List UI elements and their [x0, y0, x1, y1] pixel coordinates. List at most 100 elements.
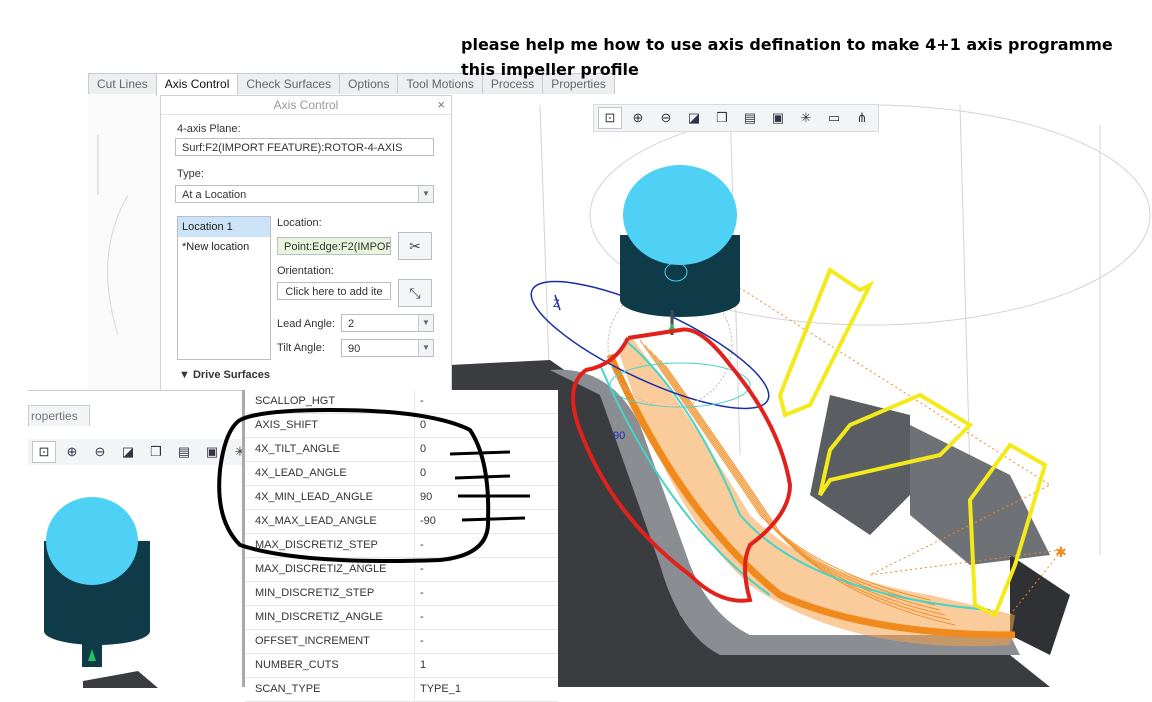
drive-surfaces-label: Drive Surfaces: [192, 369, 270, 381]
table-row[interactable]: MAX_DISCRETIZ_STEP -: [245, 534, 558, 558]
param-value[interactable]: 0: [415, 438, 558, 461]
orientation-vector-icon[interactable]: ⤡: [398, 279, 432, 307]
param-name: 4X_MIN_LEAD_ANGLE: [245, 486, 415, 509]
tab-properties-lower[interactable]: roperties: [28, 405, 90, 426]
param-name: AXIS_SHIFT: [245, 414, 415, 437]
param-value[interactable]: -: [415, 582, 558, 605]
spin-center-icon[interactable]: ⋔: [850, 107, 874, 129]
zoom-out-icon[interactable]: ⊖: [654, 107, 678, 129]
axis-z-label: Z: [553, 298, 560, 310]
chevron-down-icon[interactable]: ▼: [418, 340, 433, 356]
location-label: Location:: [277, 217, 322, 229]
tool-preview: [44, 497, 158, 688]
param-name: 4X_TILT_ANGLE: [245, 438, 415, 461]
repaint-icon[interactable]: ◪: [682, 107, 706, 129]
plane-label: 4-axis Plane:: [177, 123, 241, 135]
location-list: Location 1 *New location: [177, 216, 271, 360]
plane-field[interactable]: Surf:F2(IMPORT FEATURE):ROTOR-4-AXIS: [175, 138, 434, 156]
chevron-down-icon[interactable]: ▼: [418, 186, 433, 202]
list-item[interactable]: Location 1: [178, 217, 270, 237]
svg-text:✱: ✱: [1055, 544, 1067, 560]
param-value[interactable]: 90: [415, 486, 558, 509]
lower-view-toolbar: ⊡ ⊕ ⊖ ◪ ❒ ▤ ▣ ✳: [28, 439, 256, 465]
repaint-icon[interactable]: ◪: [116, 441, 140, 463]
question-text: please help me how to use axis definatio…: [461, 35, 1113, 79]
angle-label: 90: [613, 430, 625, 442]
parameter-table: SCALLOP_HGT - AXIS_SHIFT 0 4X_TILT_ANGLE 0 …: [242, 390, 558, 702]
left-background-strip: [88, 95, 161, 390]
param-name: MAX_DISCRETIZ_STEP: [245, 534, 415, 557]
panel-title-text: Axis Control: [273, 98, 339, 112]
saved-views-icon[interactable]: ▤: [738, 107, 762, 129]
tab-check-surfaces[interactable]: Check Surfaces: [237, 73, 341, 94]
view-style-icon[interactable]: ❒: [710, 107, 734, 129]
param-name: NUMBER_CUTS: [245, 654, 415, 677]
param-name: MIN_DISCRETIZ_STEP: [245, 582, 415, 605]
zoom-in-icon[interactable]: ⊕: [60, 441, 84, 463]
tilt-angle-value: 90: [348, 343, 361, 355]
orientation-label: Orientation:: [277, 265, 334, 277]
view-toolbar: ⊡ ⊕ ⊖ ◪ ❒ ▤ ▣ ✳ ▭ ⋔: [593, 104, 879, 132]
table-row[interactable]: AXIS_SHIFT 0: [245, 414, 558, 438]
snapshot-icon[interactable]: ▣: [200, 441, 224, 463]
saved-views-icon[interactable]: ▤: [172, 441, 196, 463]
list-item[interactable]: *New location: [178, 237, 270, 257]
param-name: SCALLOP_HGT: [245, 390, 415, 413]
location-field[interactable]: Point:Edge:F2(IMPORT: [277, 237, 391, 255]
param-value[interactable]: -: [415, 534, 558, 557]
param-value[interactable]: -: [415, 630, 558, 653]
param-value[interactable]: -: [415, 558, 558, 581]
refit-icon[interactable]: ⊡: [32, 441, 56, 463]
param-value[interactable]: 0: [415, 414, 558, 437]
tab-axis-control[interactable]: Axis Control: [155, 73, 239, 96]
lead-angle-field[interactable]: 2 ▼: [341, 314, 434, 332]
tilt-angle-field[interactable]: 90 ▼: [341, 339, 434, 357]
view-style-icon[interactable]: ❒: [144, 441, 168, 463]
properties-panel: roperties ⊡ ⊕ ⊖ ◪ ❒ ▤ ▣ ✳: [28, 390, 256, 688]
param-name: OFFSET_INCREMENT: [245, 630, 415, 653]
table-row[interactable]: NUMBER_CUTS 1: [245, 654, 558, 678]
type-label: Type:: [177, 168, 204, 180]
zoom-out-icon[interactable]: ⊖: [88, 441, 112, 463]
param-value[interactable]: 0: [415, 462, 558, 485]
param-name: 4X_LEAD_ANGLE: [245, 462, 415, 485]
panel-title: Axis Control ×: [161, 96, 451, 115]
type-select[interactable]: At a Location ▼: [175, 185, 434, 203]
table-row[interactable]: SCALLOP_HGT -: [245, 390, 558, 414]
tilt-angle-label: Tilt Angle:: [277, 342, 325, 354]
lead-angle-value: 2: [348, 318, 355, 330]
zoom-in-icon[interactable]: ⊕: [626, 107, 650, 129]
tab-cut-lines[interactable]: Cut Lines: [88, 73, 157, 94]
param-value[interactable]: -: [415, 606, 558, 629]
table-row[interactable]: 4X_LEAD_ANGLE 0: [245, 462, 558, 486]
location-picker-icon[interactable]: ✂: [398, 232, 432, 260]
axis-control-panel: Axis Control × 4-axis Plane: Surf:F2(IMP…: [160, 95, 452, 392]
param-value[interactable]: -90: [415, 510, 558, 533]
snapshot-icon[interactable]: ▣: [766, 107, 790, 129]
table-row[interactable]: 4X_TILT_ANGLE 0: [245, 438, 558, 462]
chevron-down-icon[interactable]: ▼: [418, 315, 433, 331]
param-name: MIN_DISCRETIZ_ANGLE: [245, 606, 415, 629]
tab-options[interactable]: Options: [339, 73, 399, 94]
param-name: SCAN_TYPE: [245, 678, 415, 701]
hidden-icon[interactable]: ▭: [822, 107, 846, 129]
close-icon[interactable]: ×: [437, 96, 445, 114]
orientation-field[interactable]: Click here to add ite: [277, 282, 391, 300]
type-select-value: At a Location: [182, 189, 247, 201]
table-row[interactable]: OFFSET_INCREMENT -: [245, 630, 558, 654]
table-row[interactable]: MIN_DISCRETIZ_STEP -: [245, 582, 558, 606]
param-value[interactable]: 1: [415, 654, 558, 677]
table-row[interactable]: MIN_DISCRETIZ_ANGLE -: [245, 606, 558, 630]
param-value[interactable]: -: [415, 390, 558, 413]
table-row[interactable]: 4X_MIN_LEAD_ANGLE 90: [245, 486, 558, 510]
table-row[interactable]: 4X_MAX_LEAD_ANGLE -90: [245, 510, 558, 534]
table-row[interactable]: SCAN_TYPE TYPE_1: [245, 678, 558, 702]
table-row[interactable]: MAX_DISCRETIZ_ANGLE -: [245, 558, 558, 582]
param-name: MAX_DISCRETIZ_ANGLE: [245, 558, 415, 581]
refit-icon[interactable]: ⊡: [598, 107, 622, 129]
drive-surfaces-section[interactable]: ▼ Drive Surfaces: [179, 369, 270, 381]
param-name: 4X_MAX_LEAD_ANGLE: [245, 510, 415, 533]
datum-display-icon[interactable]: ✳: [794, 107, 818, 129]
param-value[interactable]: TYPE_1: [415, 678, 558, 701]
background-wireframe: [97, 135, 129, 336]
